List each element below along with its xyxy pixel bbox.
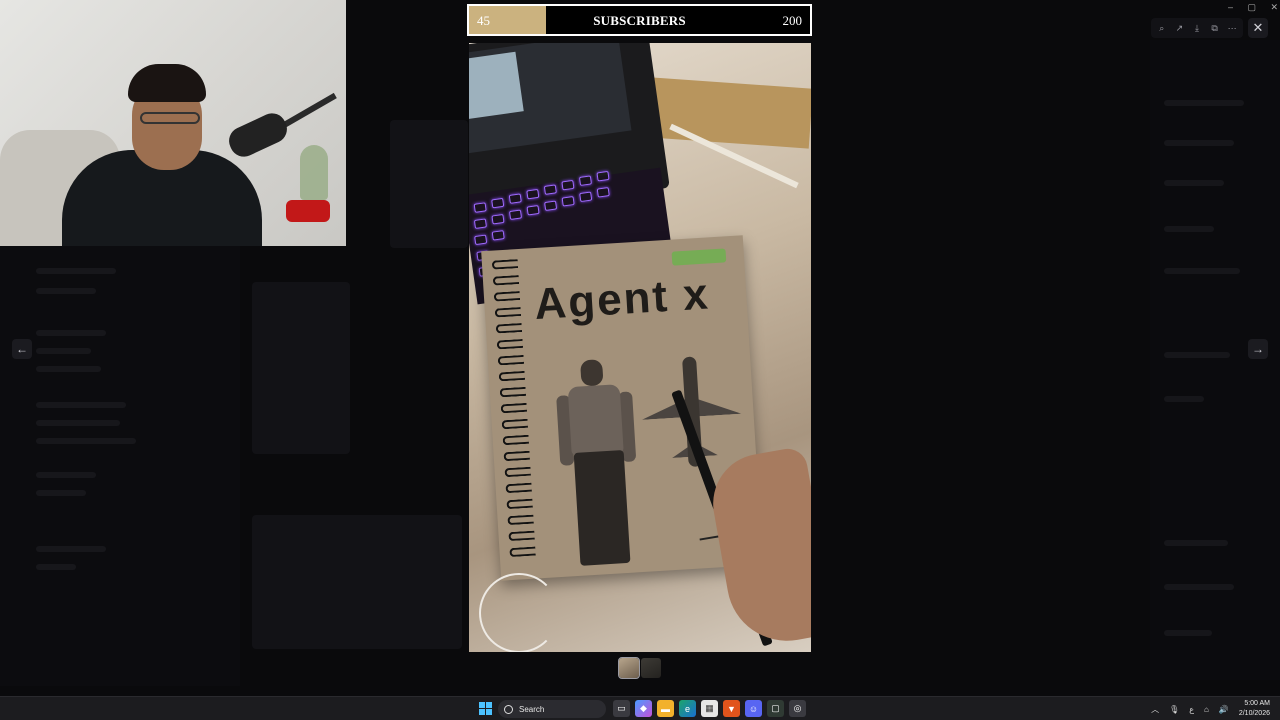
clock-time: 5:00 AM	[1244, 700, 1270, 707]
download-icon[interactable]: ⤓	[1190, 21, 1204, 35]
minimize-icon[interactable]: –	[1228, 2, 1233, 14]
clock[interactable]: 5:00 AM 2/10/2026	[1239, 699, 1270, 719]
background-right-panel	[1150, 40, 1280, 680]
arrow-left-icon[interactable]: ←	[12, 339, 32, 359]
window-controls: – ▢ ✕	[1228, 2, 1278, 14]
chrome-icon[interactable]: ◎	[789, 700, 806, 717]
taskbar-search[interactable]: Search	[498, 700, 606, 718]
windows-start-icon[interactable]	[479, 702, 492, 715]
background-tile	[252, 282, 350, 454]
clock-date: 2/10/2026	[1238, 710, 1270, 717]
background-sidebar	[0, 246, 240, 686]
taskbar: Search ▭ ◆ ▬ e ▦ ▼ ☺ ▢ ◎ ︿ 🎙 ع ⌂ 🔊 5:00 …	[0, 696, 1280, 720]
background-tile	[390, 120, 468, 248]
thumbnail-strip	[618, 657, 661, 679]
viewer-toolbar: ⌕ ↗ ⤓ ⧉ ⋯	[1151, 18, 1243, 38]
thumbnail-1[interactable]	[618, 657, 640, 679]
brave-icon[interactable]: ▼	[723, 700, 740, 717]
search-icon	[504, 704, 513, 714]
volume-icon[interactable]: 🔊	[1219, 705, 1229, 714]
network-icon[interactable]: ⌂	[1204, 705, 1209, 714]
arrow-right-icon[interactable]: →	[1248, 339, 1268, 359]
system-tray: ︿ 🎙 ع ⌂ 🔊 5:00 AM 2/10/2026	[1151, 699, 1270, 719]
viewer-photo[interactable]: Agent x	[469, 43, 811, 652]
webcam-red-base	[286, 200, 330, 222]
discord-icon[interactable]: ☺	[745, 700, 762, 717]
thumbnail-2[interactable]	[641, 658, 661, 678]
store-icon[interactable]: ▦	[701, 700, 718, 717]
tray-chevron-icon[interactable]: ︿	[1151, 704, 1159, 715]
mic-icon[interactable]: 🎙	[1169, 705, 1179, 714]
close-icon[interactable]: ✕	[1248, 18, 1268, 38]
subscriber-label: SUBSCRIBERS	[593, 13, 686, 28]
maximize-icon[interactable]: ▢	[1247, 2, 1256, 14]
photo-cable	[479, 573, 559, 652]
webcam-person	[62, 60, 262, 246]
task-view-icon[interactable]: ▭	[613, 700, 630, 717]
language-icon[interactable]: ع	[1189, 705, 1194, 714]
sketch-man	[548, 357, 650, 567]
copilot-icon[interactable]: ◆	[635, 700, 652, 717]
zoom-icon[interactable]: ⌕	[1155, 21, 1169, 35]
webcam-plant	[300, 145, 328, 200]
sketchbook-title: Agent x	[533, 269, 712, 330]
sketch-jet	[638, 354, 745, 470]
edge-icon[interactable]: e	[679, 700, 696, 717]
window-close-icon[interactable]: ✕	[1270, 2, 1278, 14]
file-explorer-icon[interactable]: ▬	[657, 700, 674, 717]
xbox-icon[interactable]: ▢	[767, 700, 784, 717]
share-icon[interactable]: ↗	[1173, 21, 1187, 35]
background-tile	[252, 515, 462, 649]
open-external-icon[interactable]: ⧉	[1208, 21, 1222, 35]
taskbar-search-label: Search	[519, 704, 545, 714]
subscriber-goal-bar: 45 SUBSCRIBERS 200	[467, 4, 812, 36]
webcam-overlay	[0, 0, 346, 246]
taskbar-apps: ▭ ◆ ▬ e ▦ ▼ ☺ ▢ ◎	[613, 700, 806, 717]
subscriber-goal: 200	[782, 13, 803, 28]
more-icon[interactable]: ⋯	[1225, 21, 1239, 35]
screen: – ▢ ✕ ⌕ ↗ ⤓ ⧉ ⋯ ✕ ← → 45 SUBSCRIBERS 200	[0, 0, 1280, 720]
